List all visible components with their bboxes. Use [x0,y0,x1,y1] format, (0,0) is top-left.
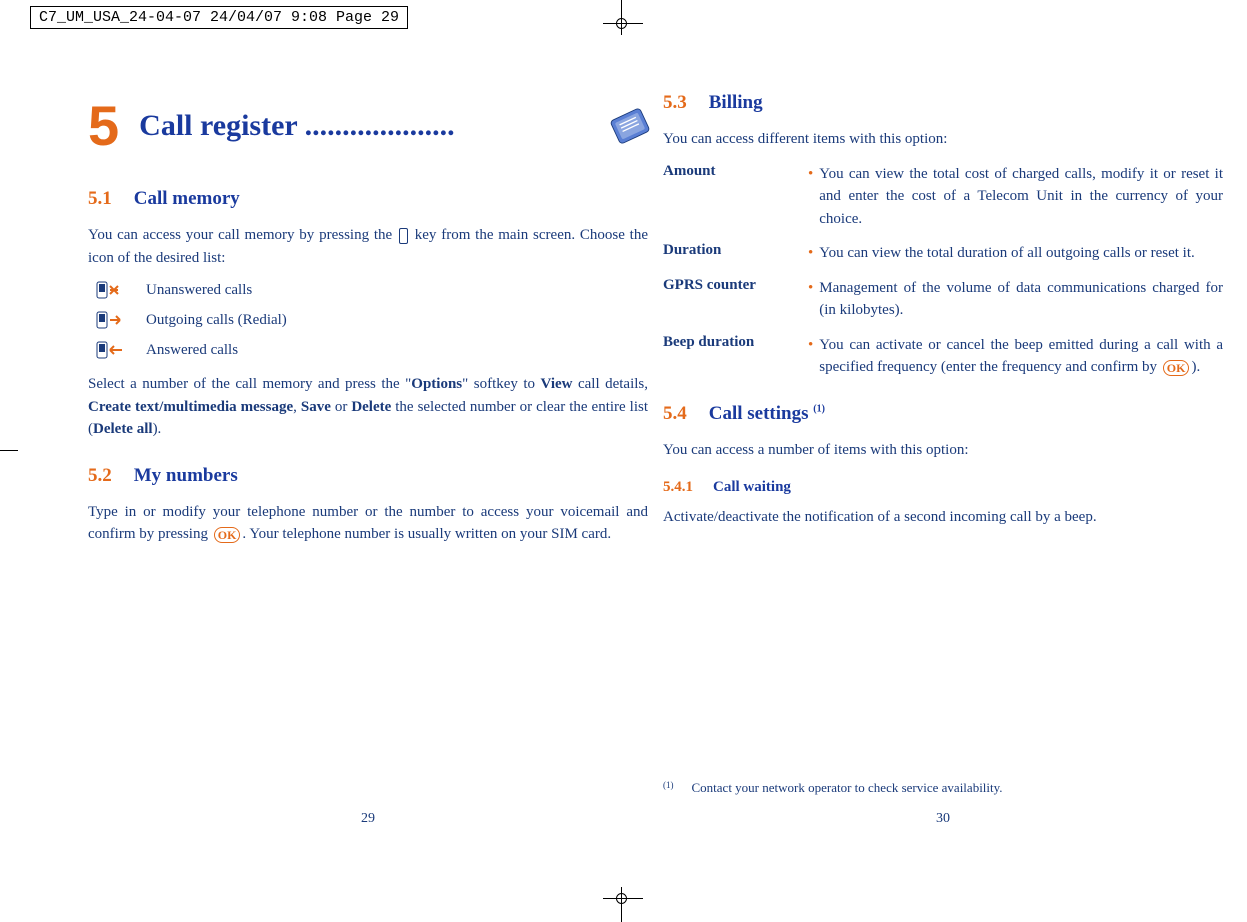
def-beep: Beep duration •You can activate or cance… [663,334,1223,379]
print-slug: C7_UM_USA_24-04-07 24/04/07 9:08 Page 29 [30,6,408,29]
text-fragment: or [331,399,351,415]
text-fragment: ). [153,421,162,437]
section-title: My numbers [134,465,238,486]
bullet-icon: • [808,242,813,265]
ok-key-icon: OK [214,527,241,543]
s52-paragraph-1: Type in or modify your telephone number … [88,501,648,546]
text-fragment: You can access your call memory by press… [88,227,397,243]
outgoing-calls-icon [96,311,124,329]
chapter-title: Call register .................... [139,109,612,143]
text-fragment: . Your telephone number is usually writt… [242,526,611,542]
s51-paragraph-1: You can access your call memory by press… [88,224,648,269]
section-number: 5.2 [88,465,112,486]
def-gprs: GPRS counter •Management of the volume o… [663,277,1223,322]
page-number-left: 29 [88,811,648,827]
call-list: Unanswered calls Outgoing calls (Redial)… [96,281,648,359]
send-key-icon [399,228,408,244]
unanswered-calls-icon [96,281,124,299]
bullet-icon: • [808,334,813,379]
subsection-title: Call waiting [713,479,791,495]
def-desc: •You can view the total cost of charged … [808,163,1223,231]
text-fragment: , [293,399,301,415]
section-5-4-1-heading: 5.4.1 Call waiting [663,479,1223,496]
section-5-4-heading: 5.4 Call settings (1) [663,403,1223,425]
footnote: (1) Contact your network operator to che… [663,780,1003,796]
def-term: GPRS counter [663,277,808,322]
def-desc: • You can view the total duration of all … [808,242,1223,265]
list-item-label: Outgoing calls (Redial) [146,312,287,329]
text-bold: View [541,376,573,392]
phone-log-icon [607,104,652,146]
footnote-ref: (1) [813,403,825,414]
def-duration: Duration • You can view the total duratio… [663,242,1223,265]
list-item: Outgoing calls (Redial) [96,311,648,329]
s54-intro: You can access a number of items with th… [663,439,1223,462]
section-number: 5.4 [663,403,687,424]
page-number-right: 30 [663,811,1223,827]
chapter-heading: 5 Call register .................... [88,93,648,158]
list-item: Unanswered calls [96,281,648,299]
def-term: Duration [663,242,808,265]
def-desc: •Management of the volume of data commun… [808,277,1223,322]
section-title: Billing [709,92,763,113]
section-title: Call settings [709,403,814,424]
text-fragment: " softkey to [462,376,540,392]
subsection-number: 5.4.1 [663,479,693,495]
section-5-1-heading: 5.1 Call memory [88,188,648,210]
text-fragment: You can activate or cancel the beep emit… [819,334,1223,379]
bullet-icon: • [808,163,813,231]
list-item-label: Unanswered calls [146,282,252,299]
list-item-label: Answered calls [146,342,238,359]
text-fragment: call details, [572,376,648,392]
bullet-icon: • [808,277,813,322]
footnote-text: Contact your network operator to check s… [692,780,1003,796]
crop-mark-bottom [603,882,643,922]
s541-paragraph: Activate/deactivate the notification of … [663,506,1223,529]
crop-mark-top [603,0,643,40]
section-title: Call memory [134,188,240,209]
page-right: 5.3 Billing You can access different item… [663,85,1223,558]
text-fragment: Management of the volume of data communi… [819,277,1223,322]
footnote-marker: (1) [663,780,674,796]
section-5-3-heading: 5.3 Billing [663,92,1223,114]
def-term: Beep duration [663,334,808,379]
text-bold: Delete [351,399,391,415]
s51-paragraph-2: Select a number of the call memory and p… [88,373,648,441]
def-amount: Amount •You can view the total cost of c… [663,163,1223,231]
section-number: 5.1 [88,188,112,209]
section-number: 5.3 [663,92,687,113]
list-item: Answered calls [96,341,648,359]
section-5-2-heading: 5.2 My numbers [88,465,648,487]
text-bold: Options [411,376,462,392]
text-fragment: You can view the total cost of charged c… [819,163,1223,231]
def-term: Amount [663,163,808,231]
text-bold: Create text/multimedia message [88,399,293,415]
text-fragment: Select a number of the call memory and p… [88,376,411,392]
text-fragment: ). [1191,359,1200,375]
chapter-number: 5 [88,93,119,158]
ok-key-icon: OK [1163,360,1190,376]
page-left: 5 Call register .................... 5.1… [88,85,648,558]
text-bold: Delete all [93,421,153,437]
def-desc: •You can activate or cancel the beep emi… [808,334,1223,379]
s53-intro: You can access different items with this… [663,128,1223,151]
text-bold: Save [301,399,331,415]
text-fragment: You can view the total duration of all o… [819,242,1223,265]
answered-calls-icon [96,341,124,359]
